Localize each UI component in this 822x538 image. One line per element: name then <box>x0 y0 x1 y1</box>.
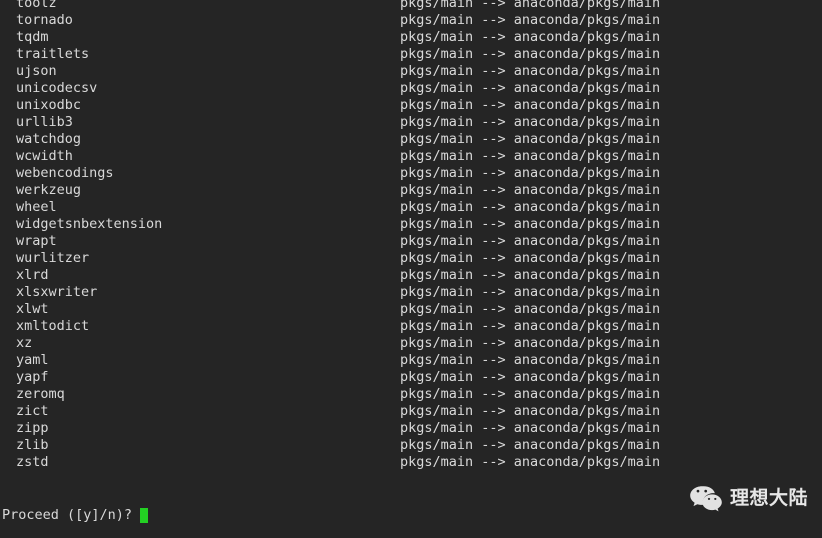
package-channel-mapping: pkgs/main --> anaconda/pkgs/main <box>400 318 661 334</box>
package-name: tornado <box>16 12 73 28</box>
package-row: toolz pkgs/main --> anaconda/pkgs/main <box>0 0 822 12</box>
package-row: xlsxwriter pkgs/main --> anaconda/pkgs/ma… <box>0 284 822 301</box>
package-row: traitlets pkgs/main --> anaconda/pkgs/mai… <box>0 46 822 63</box>
watermark: 理想大陆 <box>689 484 808 512</box>
package-row: widgetsnbextension pkgs/main --> anaconda… <box>0 216 822 233</box>
package-row: unicodecsv pkgs/main --> anaconda/pkgs/ma… <box>0 80 822 97</box>
package-name: xz <box>16 335 33 351</box>
package-name: ujson <box>16 63 57 79</box>
package-channel-mapping: pkgs/main --> anaconda/pkgs/main <box>400 148 661 164</box>
package-name: xlsxwriter <box>16 284 98 300</box>
wechat-icon <box>689 484 723 512</box>
package-channel-mapping: pkgs/main --> anaconda/pkgs/main <box>400 182 661 198</box>
package-channel-mapping: pkgs/main --> anaconda/pkgs/main <box>400 301 661 317</box>
terminal-window[interactable]: toolz pkgs/main --> anaconda/pkgs/main tor… <box>0 0 822 538</box>
package-channel-mapping: pkgs/main --> anaconda/pkgs/main <box>400 63 661 79</box>
package-name: tqdm <box>16 29 49 45</box>
package-channel-mapping: pkgs/main --> anaconda/pkgs/main <box>400 352 661 368</box>
package-row: watchdog pkgs/main --> anaconda/pkgs/main <box>0 131 822 148</box>
package-name: zipp <box>16 420 49 436</box>
package-name: webencodings <box>16 165 114 181</box>
package-name: toolz <box>16 0 57 11</box>
package-channel-mapping: pkgs/main --> anaconda/pkgs/main <box>400 165 661 181</box>
package-channel-mapping: pkgs/main --> anaconda/pkgs/main <box>400 335 661 351</box>
terminal-cursor[interactable] <box>140 508 149 523</box>
package-row: xmltodict pkgs/main --> anaconda/pkgs/mai… <box>0 318 822 335</box>
package-channel-mapping: pkgs/main --> anaconda/pkgs/main <box>400 403 661 419</box>
package-channel-mapping: pkgs/main --> anaconda/pkgs/main <box>400 284 661 300</box>
package-name: xlwt <box>16 301 49 317</box>
package-row: werkzeug pkgs/main --> anaconda/pkgs/main <box>0 182 822 199</box>
package-row: xlrd pkgs/main --> anaconda/pkgs/main <box>0 267 822 284</box>
package-name: watchdog <box>16 131 82 147</box>
package-channel-mapping: pkgs/main --> anaconda/pkgs/main <box>400 131 661 147</box>
prompt-label: Proceed ([y]/n)? <box>2 507 133 523</box>
package-name: widgetsnbextension <box>16 216 163 232</box>
package-channel-mapping: pkgs/main --> anaconda/pkgs/main <box>400 199 661 215</box>
package-name: traitlets <box>16 46 90 62</box>
package-channel-mapping: pkgs/main --> anaconda/pkgs/main <box>400 233 661 249</box>
package-row: zict pkgs/main --> anaconda/pkgs/main <box>0 403 822 420</box>
package-row: zlib pkgs/main --> anaconda/pkgs/main <box>0 437 822 454</box>
package-row: wrapt pkgs/main --> anaconda/pkgs/main <box>0 233 822 250</box>
package-transfer-list: toolz pkgs/main --> anaconda/pkgs/main tor… <box>0 0 822 471</box>
package-row: xz pkgs/main --> anaconda/pkgs/main <box>0 335 822 352</box>
package-row: wheel pkgs/main --> anaconda/pkgs/main <box>0 199 822 216</box>
package-channel-mapping: pkgs/main --> anaconda/pkgs/main <box>400 97 661 113</box>
package-name: zstd <box>16 454 49 470</box>
package-name: zlib <box>16 437 49 453</box>
package-channel-mapping: pkgs/main --> anaconda/pkgs/main <box>400 420 661 436</box>
package-name: unicodecsv <box>16 80 98 96</box>
package-row: zstd pkgs/main --> anaconda/pkgs/main <box>0 454 822 471</box>
package-name: wurlitzer <box>16 250 90 266</box>
package-row: webencodings pkgs/main --> anaconda/pkgs/… <box>0 165 822 182</box>
package-channel-mapping: pkgs/main --> anaconda/pkgs/main <box>400 29 661 45</box>
package-channel-mapping: pkgs/main --> anaconda/pkgs/main <box>400 369 661 385</box>
package-channel-mapping: pkgs/main --> anaconda/pkgs/main <box>400 250 661 266</box>
package-channel-mapping: pkgs/main --> anaconda/pkgs/main <box>400 0 661 11</box>
package-channel-mapping: pkgs/main --> anaconda/pkgs/main <box>400 437 661 453</box>
package-name: wheel <box>16 199 57 215</box>
package-row: wcwidth pkgs/main --> anaconda/pkgs/main <box>0 148 822 165</box>
watermark-label: 理想大陆 <box>729 486 808 509</box>
package-row: unixodbc pkgs/main --> anaconda/pkgs/main <box>0 97 822 114</box>
package-name: xmltodict <box>16 318 90 334</box>
package-channel-mapping: pkgs/main --> anaconda/pkgs/main <box>400 454 661 470</box>
package-row: urllib3 pkgs/main --> anaconda/pkgs/main <box>0 114 822 131</box>
package-name: zeromq <box>16 386 65 402</box>
package-channel-mapping: pkgs/main --> anaconda/pkgs/main <box>400 386 661 402</box>
package-channel-mapping: pkgs/main --> anaconda/pkgs/main <box>400 46 661 62</box>
package-name: urllib3 <box>16 114 73 130</box>
package-channel-mapping: pkgs/main --> anaconda/pkgs/main <box>400 12 661 28</box>
package-row: yapf pkgs/main --> anaconda/pkgs/main <box>0 369 822 386</box>
package-name: wrapt <box>16 233 57 249</box>
package-name: yaml <box>16 352 49 368</box>
confirmation-prompt[interactable]: Proceed ([y]/n)? <box>2 507 149 524</box>
package-channel-mapping: pkgs/main --> anaconda/pkgs/main <box>400 80 661 96</box>
package-name: zict <box>16 403 49 419</box>
package-row: tqdm pkgs/main --> anaconda/pkgs/main <box>0 29 822 46</box>
package-name: xlrd <box>16 267 49 283</box>
package-channel-mapping: pkgs/main --> anaconda/pkgs/main <box>400 216 661 232</box>
package-row: tornado pkgs/main --> anaconda/pkgs/main <box>0 12 822 29</box>
package-channel-mapping: pkgs/main --> anaconda/pkgs/main <box>400 267 661 283</box>
package-row: ujson pkgs/main --> anaconda/pkgs/main <box>0 63 822 80</box>
package-name: yapf <box>16 369 49 385</box>
package-name: werkzeug <box>16 182 82 198</box>
package-row: zipp pkgs/main --> anaconda/pkgs/main <box>0 420 822 437</box>
package-row: xlwt pkgs/main --> anaconda/pkgs/main <box>0 301 822 318</box>
package-row: yaml pkgs/main --> anaconda/pkgs/main <box>0 352 822 369</box>
package-name: unixodbc <box>16 97 82 113</box>
package-row: zeromq pkgs/main --> anaconda/pkgs/main <box>0 386 822 403</box>
package-channel-mapping: pkgs/main --> anaconda/pkgs/main <box>400 114 661 130</box>
package-row: wurlitzer pkgs/main --> anaconda/pkgs/mai… <box>0 250 822 267</box>
package-name: wcwidth <box>16 148 73 164</box>
